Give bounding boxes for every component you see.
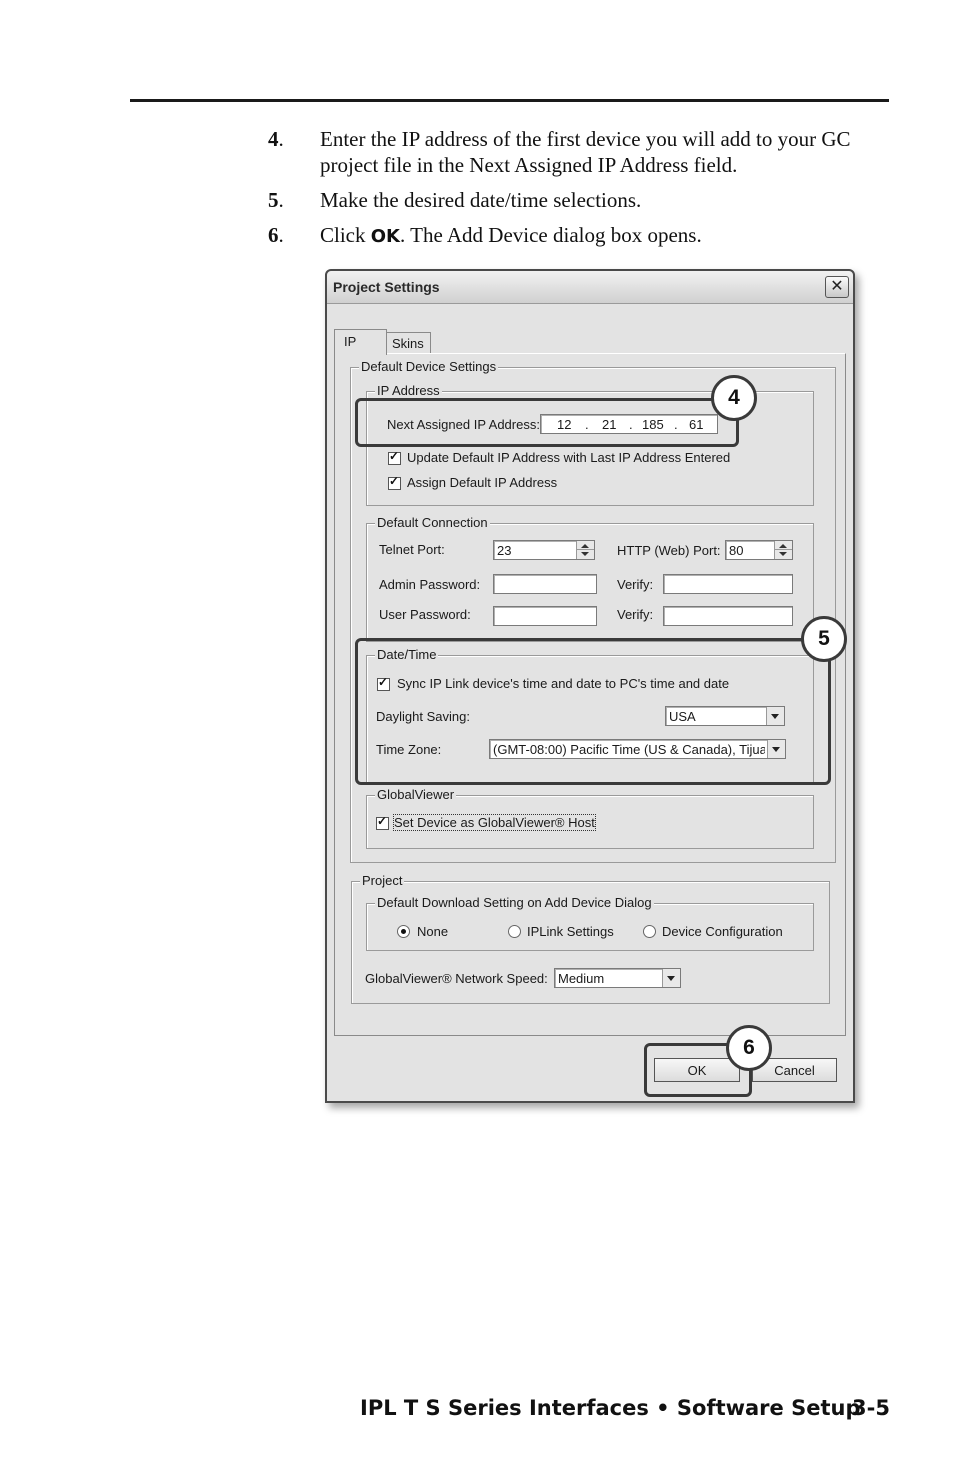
telnet-port-label: Telnet Port: (379, 542, 445, 557)
default-connection-group: Default Connection Telnet Port: 23 HTTP … (366, 515, 814, 642)
callout-5-badge: 5 (801, 616, 847, 662)
telnet-port-spinner[interactable] (576, 541, 594, 559)
chevron-down-icon[interactable] (662, 969, 680, 987)
callout-4-badge: 4 (711, 375, 757, 421)
globalviewer-group: GlobalViewer Set Device as GlobalViewer®… (366, 787, 814, 849)
radio-iplink-settings[interactable] (508, 925, 521, 938)
group-legend: Default Download Setting on Add Device D… (375, 895, 654, 910)
user-password-input[interactable] (493, 606, 597, 626)
group-legend: Default Connection (375, 515, 490, 530)
step-text: Click (320, 223, 371, 247)
telnet-port-input[interactable]: 23 (493, 540, 595, 560)
callout-5-frame (355, 638, 831, 785)
close-icon[interactable]: ✕ (825, 276, 849, 298)
header-rule (130, 99, 889, 102)
globalviewer-host-checkbox[interactable] (376, 814, 389, 830)
callout-6-badge: 6 (726, 1025, 772, 1071)
radio-iplink-label: IPLink Settings (527, 924, 614, 939)
step-4: 4. Enter the IP address of the first dev… (268, 127, 851, 177)
dialog-title: Project Settings (333, 279, 440, 295)
tab-ip[interactable]: IP (334, 329, 387, 355)
user-verify-label: Verify: (617, 607, 654, 622)
network-speed-label: GlobalViewer® Network Speed: (365, 971, 548, 986)
radio-device-configuration-label: Device Configuration (662, 924, 783, 939)
assign-ip-checkbox[interactable] (388, 474, 401, 490)
group-legend: GlobalViewer (375, 787, 457, 802)
step-6: 6. Click OK. The Add Device dialog box o… (268, 223, 702, 247)
http-port-input[interactable]: 80 (725, 540, 793, 560)
user-password-label: User Password: (379, 607, 471, 622)
step-list: 4. Enter the IP address of the first dev… (268, 126, 898, 259)
radio-device-configuration[interactable] (643, 925, 656, 938)
radio-none-label: None (417, 924, 449, 939)
radio-none[interactable] (397, 925, 410, 938)
http-port-label: HTTP (Web) Port: (617, 543, 721, 558)
user-verify-input[interactable] (663, 606, 793, 626)
step-number: 4 (268, 127, 279, 151)
update-ip-label: Update Default IP Address with Last IP A… (407, 450, 731, 465)
admin-password-label: Admin Password: (379, 577, 481, 592)
title-bar: Project Settings ✕ (327, 271, 853, 304)
network-speed-select[interactable]: Medium (554, 968, 681, 988)
step-5: 5. Make the desired date/time selections… (268, 188, 642, 212)
step-text-end: . The Add Device dialog box opens. (400, 223, 702, 247)
group-legend: IP Address (375, 383, 442, 398)
step-number: 6 (268, 223, 279, 247)
step-text: Enter the IP address of the first device… (320, 127, 851, 177)
step-bold-ok: OK (370, 226, 400, 247)
assign-ip-label: Assign Default IP Address (407, 475, 558, 490)
step-number: 5 (268, 188, 279, 212)
http-port-spinner[interactable] (774, 541, 792, 559)
footer-page-number: 3-5 (852, 1396, 890, 1420)
group-legend: Project (360, 873, 405, 888)
admin-verify-input[interactable] (663, 574, 793, 594)
admin-verify-label: Verify: (617, 577, 654, 592)
footer-section-title: IPL T S Series Interfaces • Software Set… (360, 1396, 861, 1420)
step-text: Make the desired date/time selections. (320, 188, 642, 212)
admin-password-input[interactable] (493, 574, 597, 594)
tab-skins[interactable]: Skins (385, 332, 431, 354)
globalviewer-host-label: Set Device as GlobalViewer® Host (393, 814, 596, 831)
callout-4-frame (355, 398, 739, 447)
project-group: Project Default Download Setting on Add … (351, 873, 830, 1004)
update-ip-checkbox[interactable] (388, 449, 401, 465)
default-download-group: Default Download Setting on Add Device D… (366, 895, 814, 951)
group-legend: Default Device Settings (359, 359, 499, 374)
